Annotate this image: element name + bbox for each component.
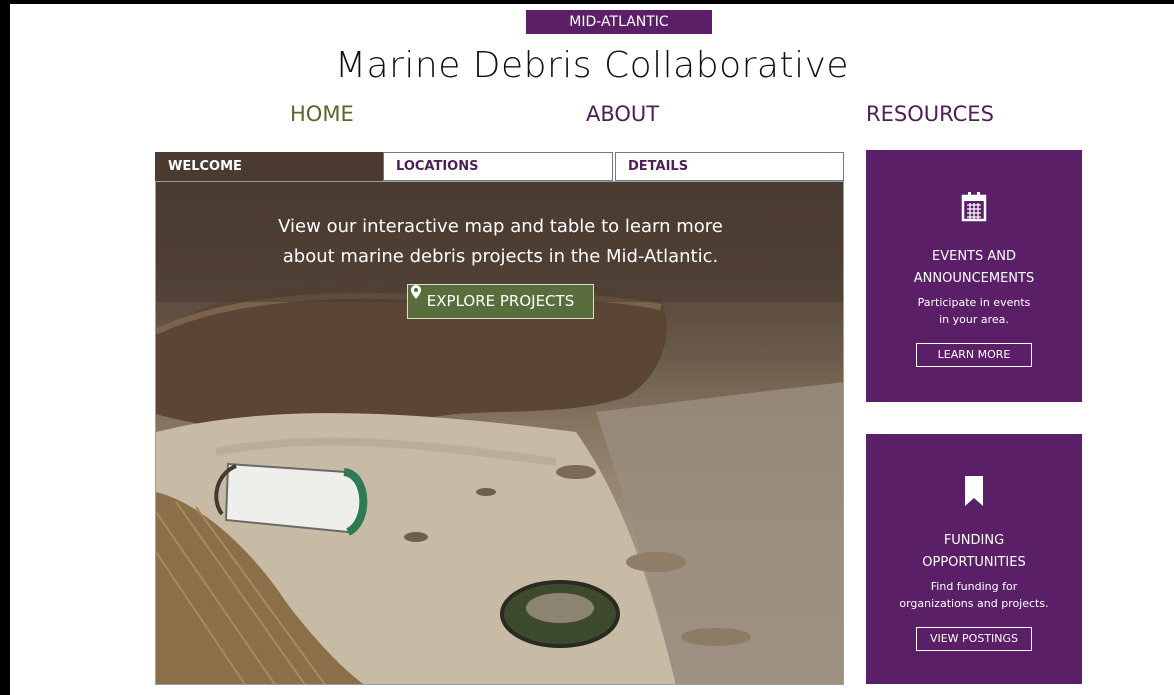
events-card: EVENTS AND ANNOUNCEMENTS Participate in … <box>866 150 1082 402</box>
funding-card-title: FUNDING OPPORTUNITIES <box>866 530 1082 574</box>
funding-title-line-2: OPPORTUNITIES <box>922 555 1026 570</box>
learn-more-button[interactable]: LEARN MORE <box>916 343 1032 367</box>
map-pin-icon <box>411 285 421 299</box>
tab-details[interactable]: DETAILS <box>615 152 844 181</box>
hero-line-1: View our interactive map and table to le… <box>278 216 723 237</box>
tab-welcome[interactable]: WELCOME <box>155 152 384 181</box>
explore-projects-label: EXPLORE PROJECTS <box>426 292 575 310</box>
white-container-debris <box>214 462 368 536</box>
funding-title-line-1: FUNDING <box>943 533 1005 548</box>
events-title-line-1: EVENTS AND <box>932 249 1016 264</box>
funding-card: FUNDING OPPORTUNITIES Find funding for o… <box>866 434 1082 684</box>
hero-line-2: about marine debris projects in the Mid-… <box>282 246 719 267</box>
events-card-description: Participate in events in your area. <box>866 294 1082 328</box>
nav-resources[interactable]: RESOURCES <box>866 99 994 129</box>
nav-about[interactable]: ABOUT <box>586 99 659 129</box>
events-card-title: EVENTS AND ANNOUNCEMENTS <box>866 246 1082 290</box>
hero-panel: View our interactive map and table to le… <box>155 181 844 685</box>
page-frame: MID-ATLANTIC Marine Debris Collaborative… <box>10 4 1174 695</box>
bookmark-icon <box>965 476 983 506</box>
funding-desc-line-2: organizations and projects. <box>899 597 1049 610</box>
view-postings-button[interactable]: VIEW POSTINGS <box>916 627 1032 651</box>
tire-debris <box>500 580 620 648</box>
events-title-line-2: ANNOUNCEMENTS <box>913 271 1035 286</box>
explore-projects-button[interactable]: EXPLORE PROJECTS <box>407 284 594 319</box>
site-title: Marine Debris Collaborative <box>334 45 850 86</box>
funding-desc-line-1: Find funding for <box>930 580 1018 593</box>
events-desc-line-1: Participate in events <box>917 296 1031 309</box>
funding-card-description: Find funding for organizations and proje… <box>866 578 1082 612</box>
hero-text: View our interactive map and table to le… <box>156 212 843 272</box>
events-desc-line-2: in your area. <box>939 313 1009 326</box>
calendar-icon <box>961 192 987 222</box>
region-badge: MID-ATLANTIC <box>526 10 712 34</box>
tab-locations[interactable]: LOCATIONS <box>383 152 613 181</box>
nav-home[interactable]: HOME <box>290 99 354 129</box>
